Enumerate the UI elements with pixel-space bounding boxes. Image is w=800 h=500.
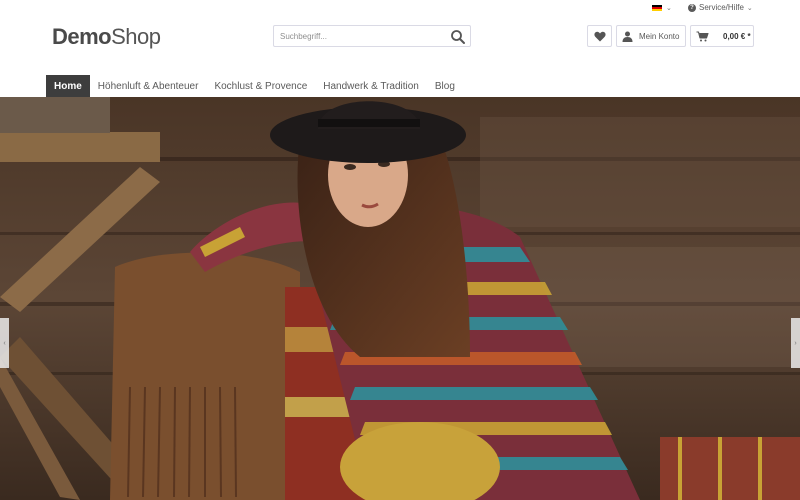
service-label: Service/Hilfe: [699, 3, 744, 12]
cart-amount: 0,00 € *: [723, 31, 751, 41]
nav-item-handwerk[interactable]: Handwerk & Tradition: [315, 75, 427, 97]
shop-logo[interactable]: DemoShop: [52, 24, 161, 50]
nav-item-kochlust[interactable]: Kochlust & Provence: [206, 75, 315, 97]
top-bar: ⌄ ? Service/Hilfe ⌄: [0, 0, 800, 18]
nav-item-hoehenluft[interactable]: Höhenluft & Abenteuer: [90, 75, 207, 97]
slider-next-button[interactable]: ›: [791, 318, 800, 368]
account-label: Mein Konto: [639, 31, 680, 41]
account-button[interactable]: Mein Konto: [616, 25, 686, 47]
help-icon: ?: [688, 3, 696, 12]
service-menu[interactable]: ? Service/Hilfe ⌄: [688, 3, 753, 12]
nav-item-blog[interactable]: Blog: [427, 75, 463, 97]
main-navigation: Home Höhenluft & Abenteuer Kochlust & Pr…: [46, 75, 463, 97]
chevron-down-icon: ⌄: [666, 5, 672, 12]
cart-button[interactable]: 0,00 € *: [690, 25, 754, 47]
nav-item-home[interactable]: Home: [46, 75, 90, 97]
search-icon[interactable]: [450, 29, 466, 45]
cart-icon: [696, 30, 709, 41]
logo-bold: Demo: [52, 24, 112, 49]
search-input[interactable]: [274, 26, 444, 47]
slider-prev-button[interactable]: ‹: [0, 318, 9, 368]
user-icon: [622, 31, 633, 42]
logo-light: Shop: [111, 24, 161, 49]
heart-icon: [593, 31, 606, 41]
hero-banner[interactable]: ‹ ›: [0, 97, 800, 500]
language-switcher[interactable]: ⌄: [652, 4, 672, 12]
chevron-down-icon: ⌄: [746, 4, 753, 12]
hero-image: [0, 97, 800, 500]
search-box: [273, 25, 471, 47]
german-flag-icon: [652, 4, 662, 12]
wishlist-button[interactable]: [587, 25, 612, 47]
